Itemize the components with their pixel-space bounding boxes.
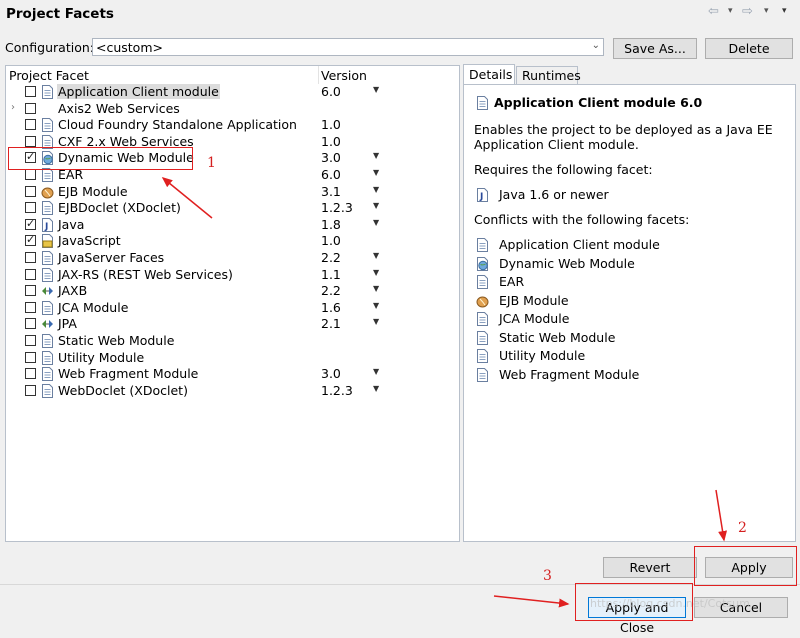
annotation-arrow-2 [715, 489, 728, 542]
annotation-arrows [161, 177, 728, 608]
annotation-arrow-1 [161, 177, 213, 219]
annotation-arrow-3 [493, 595, 570, 608]
